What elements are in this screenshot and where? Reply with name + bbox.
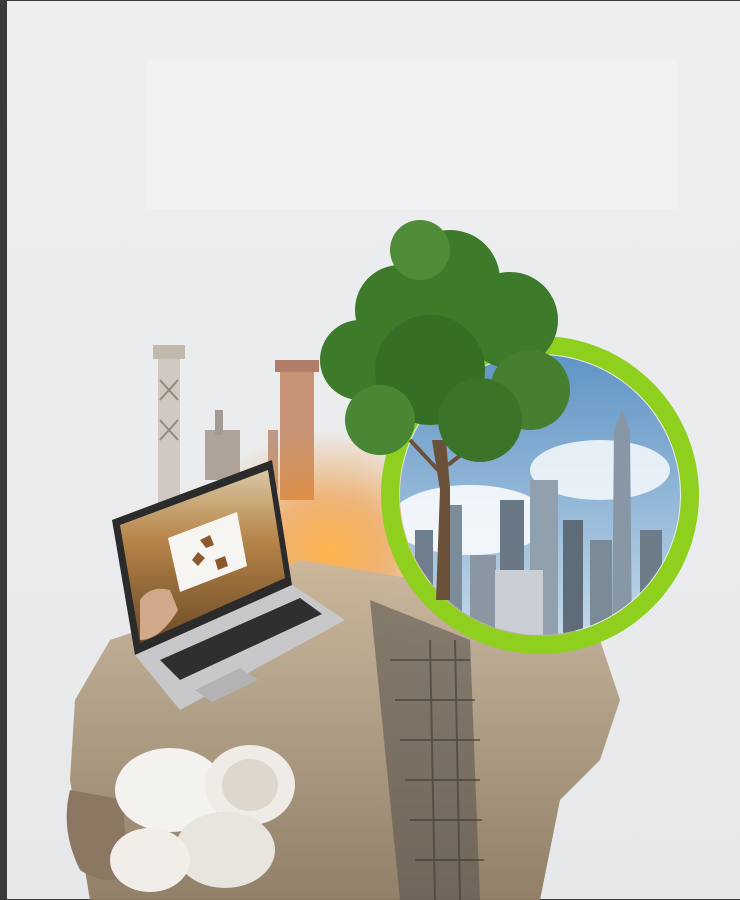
paper-rolls (110, 745, 295, 892)
collage-illustration (66, 220, 699, 900)
